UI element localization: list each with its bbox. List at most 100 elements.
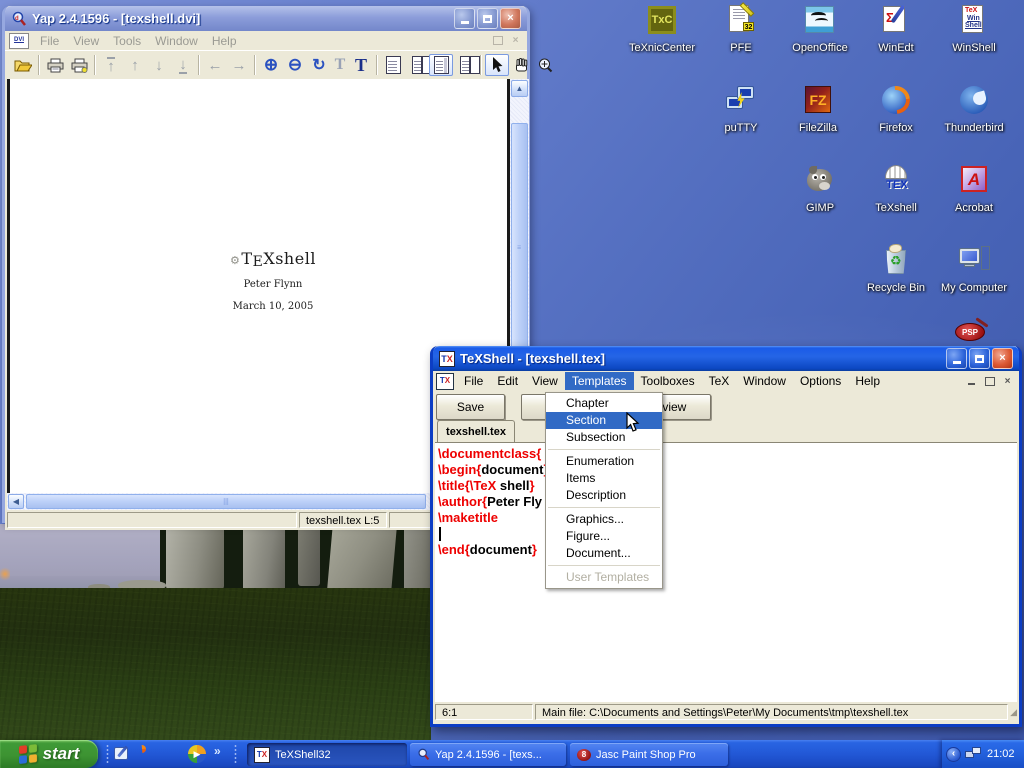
yap-menu-window[interactable]: Window xyxy=(148,32,205,50)
yap-hscroll-thumb[interactable]: ||| xyxy=(26,494,426,509)
back-icon[interactable]: ← xyxy=(203,54,227,76)
code-line: \author{Peter Fly xyxy=(438,494,1017,510)
texshell-maximize-button[interactable] xyxy=(969,348,990,369)
menu-item-subsection[interactable]: Subsection xyxy=(546,429,662,446)
media-player-icon[interactable]: ▶ xyxy=(188,745,206,763)
previous-page-icon[interactable]: ↑ xyxy=(123,54,147,76)
quicklaunch-overflow-chevron[interactable]: » xyxy=(214,744,221,758)
texniccenter-icon: TxC xyxy=(645,4,679,38)
single-page-view-icon[interactable] xyxy=(381,54,405,76)
menu-window[interactable]: Window xyxy=(736,372,793,390)
mdi-close-icon[interactable]: × xyxy=(1000,375,1015,388)
menu-item-enumeration[interactable]: Enumeration xyxy=(546,453,662,470)
save-button[interactable]: Save xyxy=(436,394,505,420)
desktop-icon-filezilla[interactable]: FZ FileZilla xyxy=(780,84,856,134)
menu-item-description[interactable]: Description xyxy=(546,487,662,504)
double-page-view-icon[interactable] xyxy=(405,54,429,76)
yap-menubar: DVI File View Tools Window Help × xyxy=(5,31,527,50)
desktop-icon-texshell[interactable]: TEX TeXshell xyxy=(858,164,934,214)
menu-item-user-templates: User Templates xyxy=(546,569,662,586)
desktop-icon-gimp[interactable]: GIMP xyxy=(782,164,858,214)
first-page-icon[interactable]: ↑ xyxy=(99,54,123,76)
refresh-icon[interactable]: ↻ xyxy=(307,54,331,76)
show-desktop-icon[interactable] xyxy=(113,745,131,763)
yap-maximize-button[interactable] xyxy=(477,8,498,29)
start-button[interactable]: start xyxy=(0,740,98,768)
yap-vscroll-thumb[interactable]: ≡ xyxy=(511,123,528,373)
magnifier-tool-icon[interactable] xyxy=(533,54,557,76)
hide-tray-icons-chevron[interactable]: ‹ xyxy=(946,747,961,762)
desktop-icon-putty[interactable]: puTTY xyxy=(703,84,779,134)
desktop-icon-acrobat[interactable]: A Acrobat xyxy=(936,164,1012,214)
desktop-icon-winedt[interactable]: Σ WinEdt xyxy=(858,4,934,54)
taskbar-button-texshell32[interactable]: TX TeXShell32 xyxy=(247,743,407,766)
ruler-tool-icon[interactable]: T xyxy=(331,54,349,76)
yap-menu-help[interactable]: Help xyxy=(205,32,244,50)
zoom-out-icon[interactable]: ⊖ xyxy=(283,54,307,76)
menu-edit[interactable]: Edit xyxy=(490,372,525,390)
yap-minimize-button[interactable] xyxy=(454,8,475,29)
menu-item-items[interactable]: Items xyxy=(546,470,662,487)
open-icon[interactable] xyxy=(11,54,35,76)
text-tool-icon[interactable]: T xyxy=(349,54,373,76)
yap-menu-tools[interactable]: Tools xyxy=(106,32,148,50)
paint-shop-pro-desktop-icon[interactable]: PSP xyxy=(953,321,991,347)
desktop-icon-my-computer[interactable]: My Computer xyxy=(936,244,1012,294)
menu-item-figure[interactable]: Figure... xyxy=(546,528,662,545)
forward-icon[interactable]: → xyxy=(227,54,251,76)
network-status-icon[interactable] xyxy=(965,746,983,762)
yap-titlebar[interactable]: d Yap 2.4.1596 - [texshell.dvi] × xyxy=(5,6,527,31)
print-setup-icon[interactable] xyxy=(67,54,91,76)
resize-grip[interactable]: ◢ xyxy=(1010,707,1017,718)
menu-toolboxes[interactable]: Toolboxes xyxy=(634,372,702,390)
scroll-up-icon[interactable]: ▲ xyxy=(511,80,528,97)
yap-menu-view[interactable]: View xyxy=(66,32,106,50)
code-editor[interactable]: \documentclass{ \begin{document} \title{… xyxy=(435,442,1017,704)
desktop-icon-winshell[interactable]: TeX WinShell WinShell xyxy=(936,4,1012,54)
desktop-icon-pfe[interactable]: 32 PFE xyxy=(703,4,779,54)
tab-texshell-tex[interactable]: texshell.tex xyxy=(437,420,515,443)
yap-menu-file[interactable]: File xyxy=(33,32,66,50)
text-caret xyxy=(439,527,441,541)
desktop-icon-recycle-bin[interactable]: ♻ Recycle Bin xyxy=(858,244,934,294)
system-tray: ‹ 21:02 xyxy=(942,740,1024,768)
menu-templates[interactable]: Templates xyxy=(565,372,634,390)
menu-item-chapter[interactable]: Chapter xyxy=(546,395,662,412)
menu-file[interactable]: File xyxy=(457,372,490,390)
texshell-menubar: TX File Edit View Templates Toolboxes Te… xyxy=(433,371,1019,391)
taskbar-button-yap[interactable]: Yap 2.4.1596 - [texs... xyxy=(410,743,566,766)
code-line: \end{document} xyxy=(438,542,1017,558)
recycle-bin-icon: ♻ xyxy=(879,244,913,278)
yap-close-button[interactable]: × xyxy=(500,8,521,29)
continuous-double-view-icon[interactable] xyxy=(453,54,477,76)
desktop-icon-thunderbird[interactable]: Thunderbird xyxy=(936,84,1012,134)
mdi-restore-icon[interactable] xyxy=(982,375,997,388)
my-computer-icon xyxy=(957,244,991,278)
texshell-close-button[interactable]: × xyxy=(992,348,1013,369)
hand-tool-icon[interactable] xyxy=(509,54,533,76)
texshell-minimize-button[interactable] xyxy=(946,348,967,369)
continuous-view-icon[interactable] xyxy=(429,54,453,76)
desktop-icon-openoffice[interactable]: OpenOffice xyxy=(782,4,858,54)
menu-item-section[interactable]: Section xyxy=(546,412,662,429)
menu-item-document[interactable]: Document... xyxy=(546,545,662,562)
menu-tex[interactable]: TeX xyxy=(702,372,737,390)
select-tool-icon[interactable] xyxy=(485,54,509,76)
desktop-icon-firefox[interactable]: Firefox xyxy=(858,84,934,134)
menu-view[interactable]: View xyxy=(525,372,565,390)
menu-item-graphics[interactable]: Graphics... xyxy=(546,511,662,528)
stonehenge-photo xyxy=(0,524,431,740)
scroll-left-icon[interactable]: ◀ xyxy=(8,494,24,509)
texshell-titlebar[interactable]: TX TeXShell - [texshell.tex] × xyxy=(433,346,1019,371)
last-page-icon[interactable]: ↓ xyxy=(171,54,195,76)
menu-help[interactable]: Help xyxy=(848,372,887,390)
next-page-icon[interactable]: ↓ xyxy=(147,54,171,76)
mdi-minimize-icon[interactable] xyxy=(964,375,979,388)
taskbar-button-paint-shop-pro[interactable]: 8 Jasc Paint Shop Pro xyxy=(570,743,728,766)
desktop-icon-texniccenter[interactable]: TxC TeXnicCenter xyxy=(624,4,700,54)
dvi-page-content: ⚙TEXshell Peter Flynn March 10, 2005 xyxy=(205,249,341,312)
menu-options[interactable]: Options xyxy=(793,372,848,390)
print-icon[interactable] xyxy=(43,54,67,76)
zoom-in-icon[interactable]: ⊕ xyxy=(259,54,283,76)
winshell-icon: TeX WinShell xyxy=(957,4,991,38)
